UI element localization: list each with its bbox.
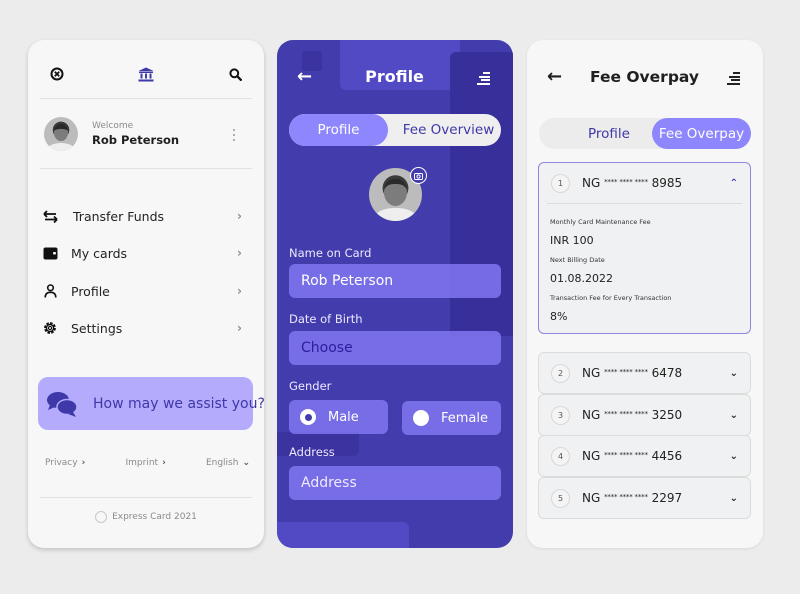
gender-label: Gender [289, 379, 332, 393]
search-icon[interactable] [225, 64, 245, 84]
camera-icon[interactable] [410, 167, 427, 184]
radio-unselected-icon [413, 410, 429, 426]
chevron-down-icon[interactable]: ⌄ [730, 368, 738, 379]
privacy-link[interactable]: Privacy › [45, 458, 85, 468]
page-title: Fee Overpay [590, 68, 699, 86]
card-index: 5 [551, 488, 570, 508]
detail-label: Monthly Card Maintenance Fee [550, 218, 651, 226]
accordion-header[interactable]: 4 NG **** **** **** 4456 ⌄ [539, 436, 750, 476]
gear-icon [42, 320, 58, 336]
menu-item-my-cards[interactable]: My cards › [42, 242, 242, 264]
fee-overpay-panel: ← Fee Overpay Profile Fee Overpay 1 NG *… [527, 40, 763, 548]
gender-male-radio[interactable]: Male [289, 400, 388, 434]
menu-item-label: My cards [71, 245, 128, 261]
menu-top-bar [28, 64, 264, 84]
assist-button[interactable]: How may we assist you? [38, 377, 264, 430]
card-index: 3 [551, 405, 570, 425]
more-options-icon[interactable] [232, 129, 236, 141]
detail-label: Next Billing Date [550, 256, 605, 264]
profile-panel: ← Profile Profile Fee Overview Name on C… [277, 40, 513, 548]
detail-value: INR 100 [550, 234, 594, 247]
card-index: 4 [551, 446, 570, 466]
address-input[interactable]: Address [289, 466, 501, 500]
menu-icon[interactable] [726, 72, 740, 85]
user-name: Rob Peterson [92, 133, 180, 147]
accordion-details: Monthly Card Maintenance Fee INR 100 Nex… [547, 203, 742, 333]
chevron-up-icon[interactable]: ⌃ [730, 178, 738, 189]
welcome-label: Welcome [92, 121, 134, 131]
card-number: NG **** **** **** 2297 [582, 491, 683, 505]
dob-label: Date of Birth [289, 312, 363, 326]
wallet-icon [42, 245, 58, 261]
tab-fee-overview[interactable]: Fee Overview [396, 114, 501, 146]
fee-tabs: Profile Fee Overpay [539, 118, 751, 149]
accordion-header[interactable]: 5 NG **** **** **** 2297 ⌄ [539, 478, 750, 518]
footer-links: Privacy › Imprint › English ⌄ [45, 458, 250, 468]
detail-label: Transaction Fee for Every Transaction [550, 294, 672, 302]
card-number: NG **** **** **** 8985 [582, 176, 683, 190]
card-index: 2 [551, 363, 570, 383]
accordion-header[interactable]: 1 NG **** **** **** 8985 ⌃ [539, 163, 750, 203]
divider [40, 497, 252, 498]
tab-profile[interactable]: Profile [559, 118, 659, 149]
chevron-right-icon: › [237, 321, 242, 335]
card-accordion-item[interactable]: 5 NG **** **** **** 2297 ⌄ [538, 477, 751, 519]
card-accordion-item[interactable]: 4 NG **** **** **** 4456 ⌄ [538, 435, 751, 477]
card-number: NG **** **** **** 4456 [582, 449, 683, 463]
chevron-down-icon[interactable]: ⌄ [730, 410, 738, 421]
name-label: Name on Card [289, 246, 372, 260]
menu-item-transfer-funds[interactable]: Transfer Funds › [42, 205, 242, 227]
menu-item-settings[interactable]: Settings › [42, 317, 242, 339]
chevron-down-icon[interactable]: ⌄ [730, 493, 738, 504]
gender-female-radio[interactable]: Female [402, 401, 501, 435]
divider [40, 98, 252, 99]
card-accordion-item[interactable]: 2 NG **** **** **** 6478 ⌄ [538, 352, 751, 394]
radio-selected-icon [300, 409, 316, 425]
card-accordion-item[interactable]: 3 NG **** **** **** 3250 ⌄ [538, 394, 751, 436]
assist-label: How may we assist you? [93, 395, 264, 412]
chevron-down-icon: ⌄ [242, 458, 250, 468]
language-select[interactable]: English ⌄ [206, 458, 250, 468]
back-arrow-icon[interactable]: ← [547, 68, 562, 86]
menu-panel: Welcome Rob Peterson Transfer Funds › My… [28, 40, 264, 548]
card-number: NG **** **** **** 6478 [582, 366, 683, 380]
person-icon [42, 283, 58, 299]
menu-item-profile[interactable]: Profile › [42, 280, 242, 302]
card-index: 1 [551, 173, 570, 193]
chevron-right-icon: › [162, 458, 166, 468]
transfer-arrows-icon [42, 208, 58, 224]
detail-value: 8% [550, 310, 568, 323]
card-number: NG **** **** **** 3250 [582, 408, 683, 422]
page-title: Profile [365, 67, 424, 86]
chevron-down-icon[interactable]: ⌄ [730, 451, 738, 462]
date-of-birth-picker[interactable]: Choose [289, 331, 501, 365]
chat-bubbles-icon [46, 390, 78, 418]
accordion-header[interactable]: 3 NG **** **** **** 3250 ⌄ [539, 395, 750, 435]
menu-item-label: Profile [71, 283, 110, 299]
back-arrow-icon[interactable]: ← [297, 68, 312, 86]
avatar[interactable] [44, 117, 78, 151]
menu-item-label: Settings [71, 320, 123, 336]
copyright: Express Card 2021 [28, 511, 264, 523]
close-icon[interactable] [47, 64, 67, 84]
chevron-right-icon: › [237, 209, 242, 223]
copyright-icon [95, 511, 108, 523]
menu-item-label: Transfer Funds [73, 208, 165, 224]
accordion-header[interactable]: 2 NG **** **** **** 6478 ⌄ [539, 353, 750, 393]
chevron-right-icon: › [237, 246, 242, 260]
chevron-right-icon: › [81, 458, 86, 468]
divider [40, 168, 252, 169]
address-label: Address [289, 445, 335, 459]
tab-profile[interactable]: Profile [289, 114, 388, 146]
profile-tabs: Profile Fee Overview [289, 114, 501, 146]
tab-fee-overpay[interactable]: Fee Overpay [652, 118, 751, 149]
decor-shape [277, 522, 409, 548]
chevron-right-icon: › [237, 284, 242, 298]
bank-icon [136, 64, 156, 84]
detail-value: 01.08.2022 [550, 272, 613, 285]
card-accordion-item[interactable]: 1 NG **** **** **** 8985 ⌃ Monthly Card … [538, 162, 751, 334]
imprint-link[interactable]: Imprint › [125, 458, 165, 468]
menu-icon[interactable] [476, 72, 490, 85]
name-on-card-input[interactable]: Rob Peterson [289, 264, 501, 298]
